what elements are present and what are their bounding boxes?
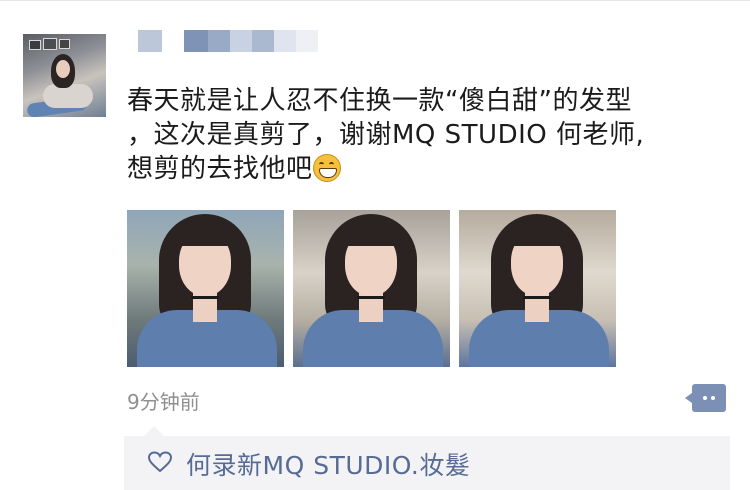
avatar[interactable] xyxy=(23,34,106,117)
author-name-pixelated[interactable] xyxy=(138,30,318,52)
post-text-line: ，这次是真剪了，谢谢MQ STUDIO 何老师, xyxy=(127,120,645,150)
heart-outline-icon xyxy=(148,451,172,473)
photo-1[interactable] xyxy=(127,210,284,367)
top-divider xyxy=(0,0,750,1)
photo-2[interactable] xyxy=(293,210,450,367)
likes-box: 何录新MQ STUDIO.妆髮 xyxy=(124,426,730,490)
liker-name-link[interactable]: 何录新MQ STUDIO.妆髮 xyxy=(186,446,470,482)
photo-3[interactable] xyxy=(459,210,616,367)
avatar-figure-body xyxy=(43,84,93,108)
wall-frame xyxy=(29,40,41,50)
post-text-line: 想剪的去找他吧 xyxy=(127,152,727,186)
post-timestamp: 9分钟前 xyxy=(127,390,200,414)
post-text-line: 春天就是让人忍不住换一款“傻白甜”的发型 xyxy=(127,86,632,116)
wall-frame xyxy=(59,39,70,49)
wall-frame xyxy=(43,38,57,50)
post-text: 春天就是让人忍不住换一款“傻白甜”的发型 ，这次是真剪了，谢谢MQ STUDIO… xyxy=(127,84,727,186)
photo-grid xyxy=(127,210,616,367)
avatar-figure-face xyxy=(56,60,70,78)
comment-bubble-icon[interactable] xyxy=(685,384,726,412)
grinning-face-emoji-icon xyxy=(312,154,341,182)
